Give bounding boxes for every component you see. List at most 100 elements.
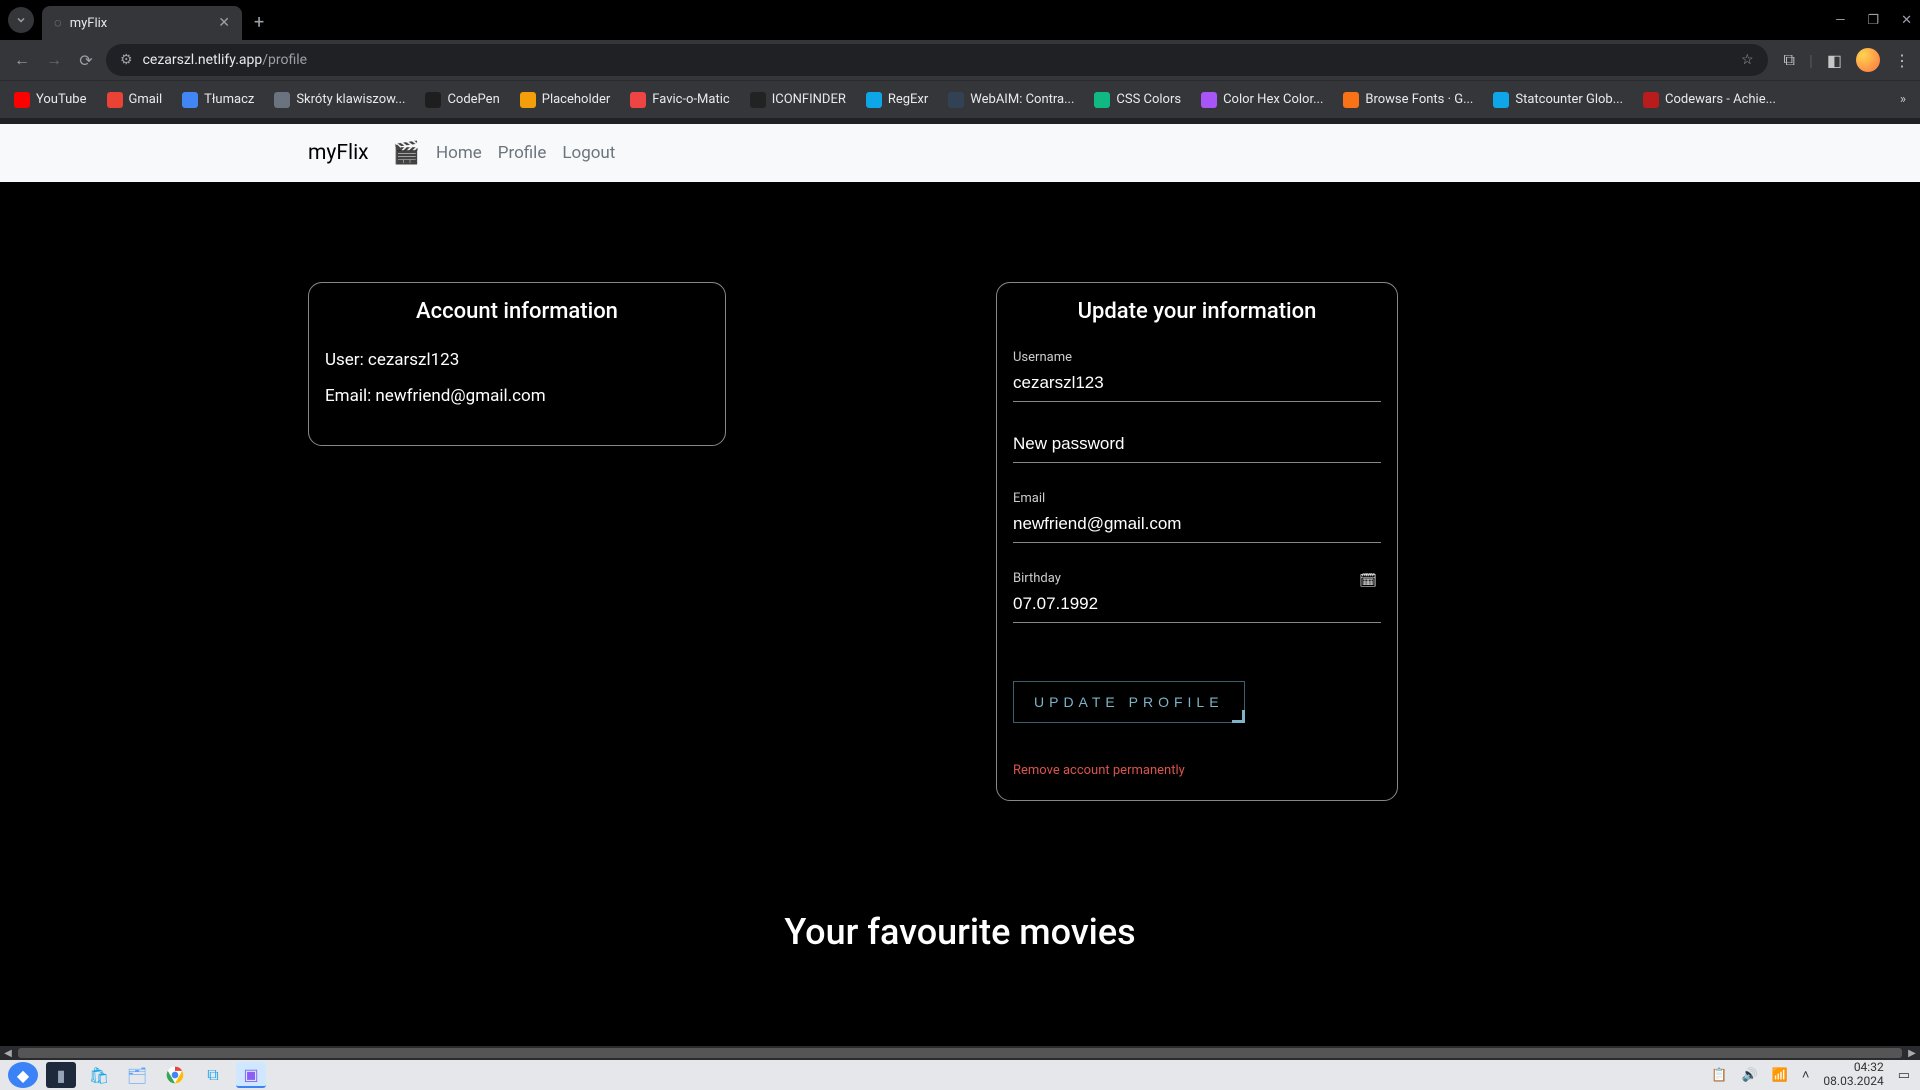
bookmark-label: Statcounter Glob...	[1515, 92, 1623, 107]
bookmark-favicon	[520, 92, 536, 108]
close-tab-icon[interactable]: ✕	[218, 15, 230, 31]
clipboard-icon[interactable]: 📋	[1711, 1068, 1727, 1083]
bookmark-item[interactable]: WebAIM: Contra...	[948, 92, 1074, 108]
bookmark-favicon	[1201, 92, 1217, 108]
bookmarks-bar: YouTube Gmail Tłumacz Skróty klawiszow... Co…	[0, 80, 1920, 118]
email-input[interactable]	[1013, 510, 1381, 543]
back-button[interactable]: ←	[10, 50, 34, 70]
bookmark-favicon	[630, 92, 646, 108]
username-input[interactable]	[1013, 369, 1381, 402]
bookmark-item[interactable]: Codewars - Achie...	[1643, 92, 1776, 108]
bookmark-item[interactable]: Browse Fonts · G...	[1343, 92, 1473, 108]
bookmark-label: Favic-o-Matic	[652, 92, 729, 107]
taskbar-app-store[interactable]: 🛍	[84, 1062, 114, 1088]
taskbar-app-screenshot[interactable]: ▣	[236, 1062, 266, 1088]
bookmark-item[interactable]: Placeholder	[520, 92, 611, 108]
app-navbar: myFlix 🎬 Home Profile Logout	[0, 124, 1920, 182]
minimize-icon[interactable]: —	[1835, 13, 1845, 28]
taskbar-app-chrome[interactable]	[160, 1062, 190, 1088]
side-panel-icon[interactable]: ◧	[1827, 51, 1842, 70]
taskbar-app-terminal[interactable]: ▮	[46, 1062, 76, 1088]
update-heading: Update your information	[1013, 299, 1381, 324]
user-value: cezarszl123	[368, 350, 459, 370]
scroll-left-icon[interactable]: ◀	[0, 1046, 16, 1060]
scroll-right-icon[interactable]: ▶	[1904, 1046, 1920, 1060]
clock-date: 08.03.2024	[1823, 1075, 1883, 1089]
favourites-heading: Your favourite movies	[0, 911, 1920, 953]
bookmark-item[interactable]: RegExr	[866, 92, 928, 108]
maximize-icon[interactable]: ❐	[1867, 13, 1879, 28]
horizontal-scrollbar[interactable]: ◀ ▶	[0, 1046, 1920, 1060]
volume-icon[interactable]: 🔊	[1741, 1068, 1757, 1083]
reload-button[interactable]: ⟳	[74, 51, 98, 70]
tab-title: myFlix	[70, 16, 108, 31]
password-input[interactable]	[1013, 430, 1381, 463]
browser-tab[interactable]: ◌ myFlix ✕	[42, 6, 242, 40]
wifi-icon[interactable]: 📶	[1772, 1068, 1788, 1083]
bookmark-favicon	[948, 92, 964, 108]
brand[interactable]: myFlix	[308, 141, 369, 165]
forward-button[interactable]: →	[42, 50, 66, 70]
bookmark-item[interactable]: Skróty klawiszow...	[274, 92, 405, 108]
update-info-card: Update your information Username Email B…	[996, 282, 1398, 801]
bookmark-label: WebAIM: Contra...	[970, 92, 1074, 107]
tab-search-button[interactable]	[8, 7, 34, 33]
page-content: myFlix 🎬 Home Profile Logout Account inf…	[0, 124, 1920, 1046]
bookmark-favicon	[866, 92, 882, 108]
calendar-icon[interactable]: 🗓	[1359, 573, 1377, 589]
browser-chrome: ◌ myFlix ✕ + — ❐ ✕ ← → ⟳ ⚙ cezarszl.netl…	[0, 0, 1920, 124]
notifications-icon[interactable]: ▭	[1898, 1068, 1910, 1083]
address-bar[interactable]: ⚙ cezarszl.netlify.app/profile ☆	[106, 44, 1768, 76]
bookmark-favicon	[274, 92, 290, 108]
email-value: newfriend@gmail.com	[375, 386, 545, 406]
bookmark-label: Codewars - Achie...	[1665, 92, 1776, 107]
bookmark-item[interactable]: YouTube	[14, 92, 87, 108]
url-host: cezarszl.netlify.app	[143, 52, 263, 68]
nav-home[interactable]: Home	[436, 143, 482, 163]
bookmark-star-icon[interactable]: ☆	[1741, 52, 1754, 68]
new-tab-button[interactable]: +	[254, 12, 264, 33]
bookmark-item[interactable]: Gmail	[107, 92, 163, 108]
bookmark-item[interactable]: ICONFINDER	[750, 92, 846, 108]
browser-titlebar: ◌ myFlix ✕ + — ❐ ✕	[0, 0, 1920, 40]
taskbar-app-vscode[interactable]: ⧉	[198, 1062, 228, 1088]
extensions-icon[interactable]: ⧉	[1784, 50, 1795, 70]
bookmark-label: Placeholder	[542, 92, 611, 107]
account-email-line: Email: newfriend@gmail.com	[325, 386, 709, 406]
remove-account-link[interactable]: Remove account permanently	[1013, 763, 1185, 778]
bookmark-favicon	[1343, 92, 1359, 108]
bookmark-item[interactable]: Statcounter Glob...	[1493, 92, 1623, 108]
scrollbar-thumb[interactable]	[18, 1048, 1902, 1058]
bookmarks-overflow-icon[interactable]: »	[1900, 92, 1906, 107]
birthday-label: Birthday	[1013, 571, 1381, 586]
bookmark-item[interactable]: CodePen	[425, 92, 499, 108]
birthday-input[interactable]	[1013, 590, 1381, 623]
bookmark-favicon	[425, 92, 441, 108]
nav-profile[interactable]: Profile	[498, 143, 547, 163]
bookmark-item[interactable]: Favic-o-Matic	[630, 92, 729, 108]
site-info-icon[interactable]: ⚙	[120, 52, 133, 68]
bookmark-favicon	[1643, 92, 1659, 108]
bookmark-label: Gmail	[129, 92, 163, 107]
os-taskbar: ◆ ▮ 🛍 🗂 ⧉ ▣ 📋 🔊 📶 ˄ 04:32 08.03.2024 ▭	[0, 1060, 1920, 1090]
nav-logout[interactable]: Logout	[562, 143, 615, 163]
update-profile-button[interactable]: UPDATE PROFILE	[1013, 681, 1245, 723]
menu-icon[interactable]: ⋮	[1894, 51, 1910, 70]
clapperboard-icon: 🎬	[393, 141, 420, 166]
tray-chevron-icon[interactable]: ˄	[1802, 1067, 1810, 1083]
close-window-icon[interactable]: ✕	[1901, 13, 1912, 28]
bookmark-favicon	[750, 92, 766, 108]
taskbar-app-files[interactable]: 🗂	[122, 1062, 152, 1088]
email-form-label: Email	[1013, 491, 1381, 506]
taskbar-app-activities[interactable]: ◆	[8, 1062, 38, 1088]
bookmark-item[interactable]: CSS Colors	[1094, 92, 1181, 108]
username-label: Username	[1013, 350, 1381, 365]
bookmark-label: RegExr	[888, 92, 928, 107]
bookmark-item[interactable]: Color Hex Color...	[1201, 92, 1323, 108]
bookmark-label: Browse Fonts · G...	[1365, 92, 1473, 107]
bookmark-item[interactable]: Tłumacz	[182, 92, 254, 108]
bookmark-favicon	[1493, 92, 1509, 108]
clock[interactable]: 04:32 08.03.2024	[1823, 1061, 1883, 1089]
profile-avatar-icon[interactable]	[1856, 48, 1880, 72]
bookmark-favicon	[14, 92, 30, 108]
